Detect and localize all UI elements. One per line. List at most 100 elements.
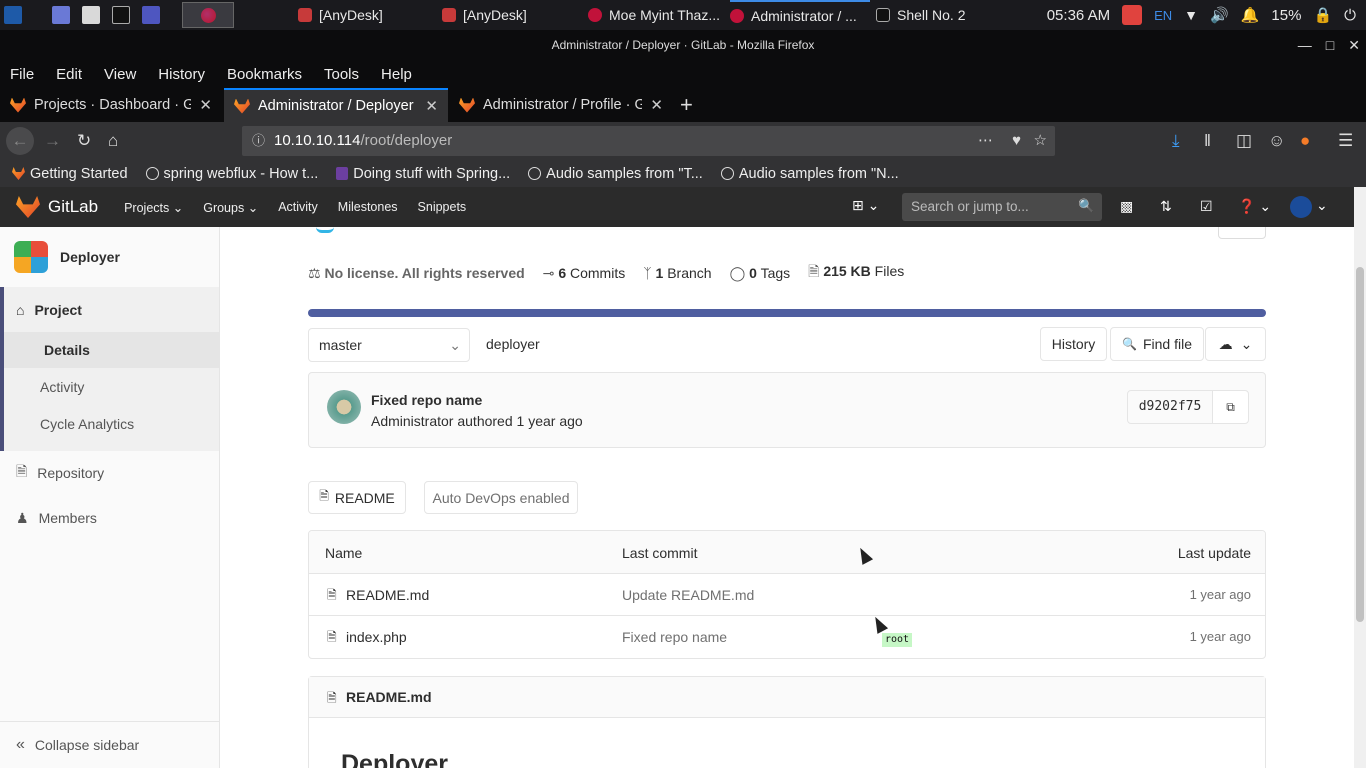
close-icon[interactable]: ✕ [1348,37,1360,54]
bookmark-star-icon[interactable]: ☆ [1034,126,1047,156]
auto-devops-button[interactable]: Auto DevOps enabled [424,481,578,514]
commits-stat[interactable]: ⊸ 6 Commits [543,265,626,282]
copy-sha-button[interactable]: ⧉ [1212,390,1249,424]
files-stat[interactable]: 🗎 215 KB Files [808,261,904,285]
file-last-commit[interactable]: Update README.md [622,587,754,603]
pocket-icon[interactable]: ♥ [1012,126,1021,156]
menu-help[interactable]: Help [381,66,412,83]
kali-menu-icon[interactable] [4,6,22,24]
todos-icon[interactable]: ☑ [1200,198,1213,215]
nav-snippets[interactable]: Snippets [418,200,467,214]
tags-stat[interactable]: ◯ 0 Tags [730,265,791,282]
branch-stat[interactable]: ᛉ 1 Branch [643,265,711,281]
home-button[interactable]: ⌂ [108,131,118,151]
tab-profile[interactable]: Administrator / Profile · G ✕ [449,88,673,122]
sidebar-project-header[interactable]: Deployer [0,239,219,275]
library-icon[interactable]: ‖ [1204,131,1211,151]
menu-edit[interactable]: Edit [56,66,82,83]
screen-recorder-icon[interactable] [142,6,160,24]
commit-author[interactable]: Administrator [371,413,453,429]
menu-view[interactable]: View [104,66,136,83]
menu-bookmarks[interactable]: Bookmarks [227,66,302,83]
terminal-icon[interactable] [112,6,130,24]
task-firefox-active[interactable]: Administrator / ... [730,0,870,30]
language-indicator[interactable]: EN [1154,8,1172,23]
close-tab-icon[interactable]: ✕ [650,96,663,114]
page-scrollbar[interactable] [1354,187,1366,768]
downloads-icon[interactable]: ⤓ [1172,131,1180,151]
sidebar-item-members[interactable]: ♟ Members [0,506,219,530]
table-row[interactable]: 🗎 index.php Fixed repo name 1 year ago [309,616,1265,658]
user-avatar[interactable] [1290,196,1312,218]
reload-button[interactable]: ↻ [77,131,91,151]
lock-icon[interactable]: 🔒 [1313,6,1332,24]
power-icon[interactable]: ⏻ [1344,7,1356,24]
nav-groups[interactable]: Groups ⌄ [203,200,258,215]
volume-icon[interactable]: 🔊 [1210,6,1229,24]
new-tab-button[interactable]: + [680,92,693,118]
minimize-icon[interactable]: — [1298,37,1312,53]
menu-history[interactable]: History [158,66,205,83]
back-button[interactable]: ← [6,127,34,155]
file-manager-icon[interactable] [82,6,100,24]
scrollbar-thumb[interactable] [1356,267,1364,622]
sidebar-item-project[interactable]: ⌂ Project [0,297,219,323]
forward-button[interactable]: → [44,131,61,151]
sidebar-item-repository[interactable]: 🗎 Repository [0,461,219,485]
issues-icon[interactable]: ▩ [1120,198,1133,215]
sidebar-item-details[interactable]: Details [4,332,219,368]
tab-deployer[interactable]: Administrator / Deployer ✕ [224,88,448,122]
commit-author-avatar[interactable] [327,390,361,424]
file-last-commit[interactable]: Fixed repo name [622,629,727,645]
battery-indicator[interactable]: 15% [1271,7,1301,24]
table-row[interactable]: 🗎 README.md Update README.md 1 year ago [309,574,1265,616]
url-bar[interactable]: ⓘ 10.10.10.114/root/deployer ⋯ ♥ ☆ [242,126,1055,156]
account-icon[interactable]: ☺ [1268,131,1285,151]
close-tab-icon[interactable]: ✕ [199,96,212,114]
repo-path[interactable]: deployer [486,336,540,352]
nav-projects[interactable]: Projects ⌄ [124,200,183,215]
clock[interactable]: 05:36 AM [1047,7,1110,24]
bookmark-getting-started[interactable]: Getting Started [12,166,128,182]
bookmark-doing-stuff[interactable]: Doing stuff with Spring... [336,166,510,182]
new-item-plus-icon[interactable]: ⊞ ⌄ [852,197,879,214]
anydesk-tray-icon[interactable] [1122,5,1143,25]
download-button[interactable]: ☁ ⌄ [1205,327,1266,361]
desktop-icon[interactable] [52,6,70,24]
commit-message[interactable]: Fixed repo name [371,392,482,408]
commit-sha[interactable]: d9202f75 [1127,390,1213,424]
bookmark-spring-webflux[interactable]: spring webflux - How t... [145,166,318,182]
wifi-icon[interactable]: ▼ [1184,7,1198,23]
task-anydesk-2[interactable]: [AnyDesk] [442,0,574,30]
file-name-link[interactable]: index.php [346,629,407,645]
maximize-icon[interactable]: □ [1326,37,1334,53]
nav-milestones[interactable]: Milestones [338,200,398,214]
merge-requests-icon[interactable]: ⇅ [1160,198,1172,215]
help-icon[interactable]: ❓ ⌄ [1238,198,1271,215]
bookmark-audio-samples-t[interactable]: Audio samples from "T... [528,166,703,182]
readme-button[interactable]: 🗎 README [308,481,406,514]
readme-filename[interactable]: README.md [346,689,432,705]
sidebar-toggle-icon[interactable]: ◫ [1236,131,1252,151]
firefox-launcher[interactable] [182,2,234,28]
hamburger-menu-icon[interactable]: ☰ [1338,131,1353,151]
sidebar-item-cycle-analytics[interactable]: Cycle Analytics [0,412,219,436]
gitlab-logo[interactable]: GitLab [16,196,98,218]
nav-activity[interactable]: Activity [278,200,318,214]
star-button-fragment[interactable] [1218,227,1266,239]
find-file-button[interactable]: 🔍 Find file [1110,327,1204,361]
sidebar-item-activity[interactable]: Activity [0,375,219,399]
info-icon[interactable]: ⓘ [252,126,265,156]
file-name-link[interactable]: README.md [346,587,429,603]
task-anydesk-1[interactable]: [AnyDesk] [298,0,430,30]
bookmark-audio-samples-n[interactable]: Audio samples from "N... [720,166,899,182]
collapse-sidebar-button[interactable]: « Collapse sidebar [0,733,219,757]
branch-selector[interactable]: master ⌄ [308,328,470,362]
extension-icon[interactable]: ● [1300,131,1310,151]
menu-tools[interactable]: Tools [324,66,359,83]
history-button[interactable]: History [1040,327,1107,361]
page-actions-icon[interactable]: ⋯ [978,126,993,156]
task-shell[interactable]: Shell No. 2 [876,0,996,30]
bell-icon[interactable]: 🔔 [1241,6,1260,24]
tab-projects-dashboard[interactable]: Projects · Dashboard · Git ✕ [0,88,222,122]
